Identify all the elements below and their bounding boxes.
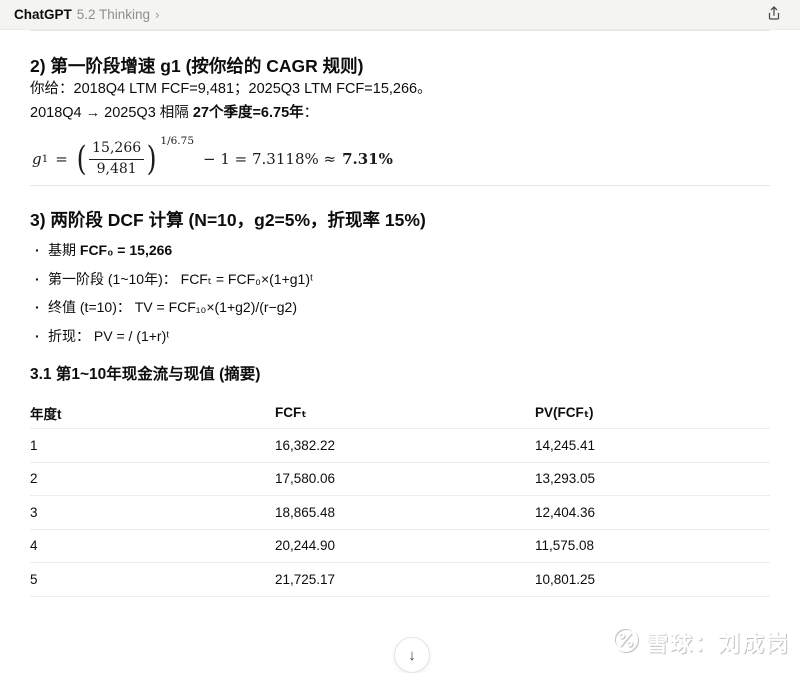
col-header-year: 年度t (30, 406, 62, 422)
section-3-heading: 3) 两阶段 DCF 计算 (N=10，g2=5%，折现率 15%) (30, 210, 426, 230)
col-header-pv: PV(FCFₜ) (535, 404, 594, 420)
section-3-1-heading: 3.1 第1~10年现金流与现值 (摘要) (30, 366, 261, 383)
table-row: 2 17,580.06 13,293.05 (30, 463, 770, 496)
exponent: 1/6.75 (160, 135, 195, 147)
brand-label: ChatGPT (14, 7, 72, 22)
arrow-down-icon: ↓ (408, 646, 416, 664)
left-paren: ( (76, 139, 87, 179)
cagr-formula: g1 = ( 15,266 9,481 ) 1/6.75 − 1 = 7.311… (32, 135, 393, 179)
top-bar: ChatGPT 5.2 Thinking › (0, 0, 800, 30)
list-item: · 终值 (t=10)： TV = FCF₁₀×(1+g2)/(r−g2) (30, 293, 770, 322)
fraction: 15,266 9,481 (89, 140, 145, 178)
table-row: 4 20,244.90 11,575.08 (30, 530, 770, 563)
given-values-line: 你给：2018Q4 LTM FCF=9,481；2025Q3 LTM FCF=1… (30, 81, 432, 97)
watermark: 雪球：刘成岗 (612, 626, 790, 658)
bullet-icon: · (35, 327, 40, 344)
share-button[interactable] (762, 3, 786, 27)
dcf-assumptions-list: · 基期 FCF₀ = 15,266 · 第一阶段 (1~10年)： FCFₜ = … (30, 236, 770, 350)
formula-result: 7.31% (342, 150, 393, 168)
bullet-icon: · (35, 299, 40, 315)
table-row: 1 16,382.22 14,245.41 (30, 429, 770, 463)
col-header-fcf: FCFₜ (275, 404, 307, 420)
xueqiu-logo-icon (612, 626, 639, 658)
table-row: 5 21,725.17 10,801.25 (30, 563, 770, 597)
list-item: · 折现： PV = / (1+r)ᵗ (30, 322, 770, 351)
cashflow-table: 年度t FCFₜ PV(FCFₜ) 1 16,382.22 14,245.41 … (30, 397, 770, 597)
section-2-heading: 2) 第一阶段增速 g1 (按你给的 CAGR 规则) (30, 56, 364, 76)
section-divider (30, 30, 770, 31)
bullet-icon: · (35, 270, 40, 287)
table-header-row: 年度t FCFₜ PV(FCFₜ) (30, 397, 770, 429)
bullet-icon: · (35, 242, 40, 258)
right-paren: ) (146, 139, 157, 179)
watermark-text: 雪球：刘成岗 (645, 631, 790, 656)
period-line: 2018Q4 → 2025Q3 相隔 27个季度=6.75年： (30, 105, 319, 121)
chevron-right-icon: › (155, 7, 160, 22)
chat-message-content: 2) 第一阶段增速 g1 (按你给的 CAGR 规则) 你给：2018Q4 LT… (0, 30, 800, 597)
section-divider (30, 185, 770, 186)
share-icon (765, 4, 783, 25)
list-item: · 第一阶段 (1~10年)： FCFₜ = FCF₀×(1+g1)ᵗ (30, 265, 770, 294)
model-selector[interactable]: ChatGPT 5.2 Thinking › (14, 7, 159, 22)
table-row: 3 18,865.48 12,404.36 (30, 496, 770, 530)
model-label: 5.2 Thinking (76, 7, 151, 22)
scroll-to-bottom-button[interactable]: ↓ (394, 637, 430, 673)
list-item: · 基期 FCF₀ = 15,266 (30, 236, 770, 265)
